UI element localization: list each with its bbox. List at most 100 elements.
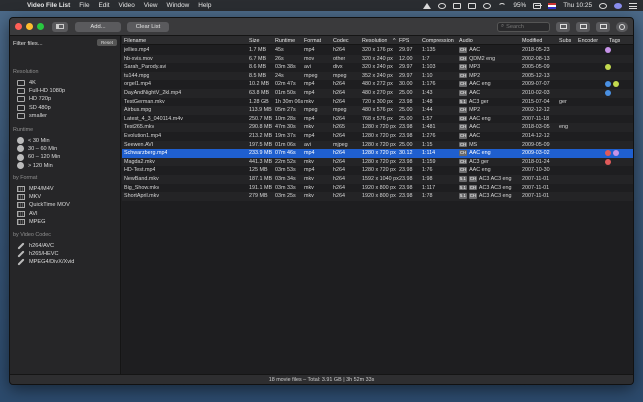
- column-header-runtime[interactable]: Runtime: [275, 38, 295, 44]
- sidebar-filter-item[interactable]: QuickTime MOV: [17, 202, 70, 209]
- menu-file[interactable]: File: [79, 2, 89, 9]
- reset-filters-button[interactable]: Reset: [97, 39, 117, 46]
- table-row[interactable]: Airbus.mpg 113.9 MB 05m 27s mpeg mpeg 480 x 5…: [122, 106, 633, 115]
- cell-fps: 29.97: [399, 47, 413, 53]
- cell-format: mkv: [304, 176, 314, 182]
- app-menu[interactable]: Video File List: [27, 2, 70, 9]
- column-header-resolution[interactable]: Resolution: [362, 38, 387, 44]
- column-header-subs[interactable]: Subs: [559, 38, 571, 44]
- column-header-codec[interactable]: Codec: [333, 38, 349, 44]
- column-header-format[interactable]: Format: [304, 38, 321, 44]
- cell-runtime: 03m 34s: [275, 176, 296, 182]
- audio-text: MS: [469, 141, 478, 148]
- column-header-fps[interactable]: FPS: [399, 38, 409, 44]
- sidebar-filter-item[interactable]: < 30 Min: [17, 137, 50, 144]
- cell-filename: jellies.mp4: [124, 47, 150, 53]
- column-header-tags[interactable]: Tags: [609, 38, 620, 44]
- sidebar-filter-item[interactable]: HD 720p: [17, 96, 51, 103]
- sidebar-filter-item[interactable]: smaller: [17, 113, 47, 120]
- sidebar-filter-item[interactable]: 60 – 120 Min: [17, 153, 60, 161]
- table-row[interactable]: orgel1.mp4 10.2 MB 02m 47s mp4 h264 480 x 272…: [122, 80, 633, 89]
- menu-edit[interactable]: Edit: [99, 2, 110, 9]
- cell-modified: 2009-03-02: [522, 150, 550, 157]
- column-header-modified[interactable]: Modified: [522, 38, 542, 44]
- sidebar-filter-item[interactable]: h265/HEVC: [17, 250, 59, 258]
- sidebar-filter-item[interactable]: MKV: [17, 193, 41, 200]
- airplay-icon[interactable]: [468, 2, 477, 9]
- search-field[interactable]: ⌕: [497, 21, 550, 32]
- delete-button[interactable]: [596, 21, 610, 32]
- table-row[interactable]: Big_Show.mkv 191.1 MB 03m 33s mkv h264 1920 x…: [122, 184, 633, 193]
- column-view-button[interactable]: [556, 21, 570, 32]
- table-row[interactable]: Sarah_Parody.avi 8.6 MB 03m 38s avi divx 320 …: [122, 63, 633, 72]
- table-row[interactable]: hb-xvis.mov 6.7 MB 26s mov other 320 x 240 px…: [122, 54, 633, 64]
- table-row[interactable]: TestGerman.mkv 1.28 GB 1h 30m 06s mkv h264 72…: [122, 98, 633, 107]
- cell-codec: h264: [333, 47, 345, 53]
- table-row[interactable]: tu144.mpg 8.5 MB 24s mpeg mpeg 352 x 240 px 29…: [122, 71, 633, 81]
- wifi-icon[interactable]: [498, 2, 507, 9]
- add-button[interactable]: Add...: [75, 21, 121, 32]
- cell-compression: 1:43: [422, 90, 433, 96]
- clear-list-button[interactable]: Clear List: [127, 21, 169, 32]
- audio-channel-badge: CH: [459, 124, 468, 130]
- sidebar-filter-item[interactable]: 4K: [17, 79, 36, 86]
- table-row[interactable]: Seewen.AVI 197.5 MB 01m 06s avi mjpeg 1280 x …: [122, 140, 633, 150]
- input-source-icon[interactable]: [548, 2, 557, 9]
- column-header-size[interactable]: Size: [249, 38, 260, 44]
- battery-icon[interactable]: [533, 2, 543, 9]
- sidebar-filter-item[interactable]: 30 – 60 Min: [17, 145, 57, 153]
- sidebar-filter-item[interactable]: h264/AVC: [17, 241, 54, 250]
- sort-ascending-icon: ^: [393, 38, 396, 44]
- minimize-window-button[interactable]: [26, 23, 33, 30]
- sidebar-filter-item[interactable]: MP4/M4V: [17, 185, 54, 192]
- sync-icon[interactable]: [438, 2, 447, 9]
- battery-percent[interactable]: 95%: [513, 2, 526, 9]
- audio-text: AAC: [469, 47, 481, 54]
- cell-resolution: 1920 x 800 px: [362, 193, 396, 200]
- cell-codec: other: [333, 55, 346, 62]
- search-input[interactable]: [506, 23, 547, 30]
- time-machine-icon[interactable]: [483, 2, 492, 9]
- audio-text: AC3 AC3 eng: [478, 193, 512, 200]
- menu-video[interactable]: Video: [119, 2, 135, 9]
- column-header-encoder[interactable]: Encoder: [578, 38, 598, 44]
- sidebar-icon: [56, 24, 64, 29]
- table-row[interactable]: Test265.mkv 290.8 MB 47m 30s mkv h265 1280 x …: [122, 123, 633, 132]
- app-status-icon[interactable]: [453, 2, 462, 9]
- table-row[interactable]: Magda2.mkv 441.3 MB 22m 52s mkv h264 1280 x 7…: [122, 157, 633, 167]
- menu-clock[interactable]: Thu 10:25: [563, 2, 592, 9]
- sidebar-filter-item[interactable]: MPEG4/DivX/Xvid: [17, 258, 74, 266]
- table-row[interactable]: ShortApril.mkv 279 MB 03m 25s mkv h264 1920 x…: [122, 192, 633, 201]
- table-row[interactable]: HD-Test.mp4 125 MB 03m 53s mp4 h264 1280 x 72…: [122, 166, 633, 175]
- share-button[interactable]: [616, 21, 628, 32]
- notification-center-icon[interactable]: [629, 2, 637, 9]
- siri-icon[interactable]: [614, 2, 622, 9]
- cell-filename: HD-Test.mp4: [124, 167, 156, 174]
- table-row[interactable]: DayAndNightV_2kl.mp4 63.8 MB 01m 50s mp4 h26…: [122, 89, 633, 98]
- close-window-button[interactable]: [15, 23, 22, 30]
- zoom-window-button[interactable]: [37, 23, 44, 30]
- column-header-filename[interactable]: Filename: [124, 38, 146, 44]
- spotlight-icon[interactable]: [599, 2, 607, 9]
- column-header-audio[interactable]: Audio: [459, 38, 473, 44]
- sidebar-filter-item[interactable]: Full-HD 1080p: [17, 87, 65, 94]
- table-row[interactable]: Evolution1.mp4 213.2 MB 19m 37s mp4 h264 1280…: [122, 132, 633, 141]
- table-row[interactable]: Latest_4_3_040114.m4v 250.7 MB 10m 28s mp4 h…: [122, 115, 633, 124]
- table-row[interactable]: jellies.mp4 1.7 MB 45s mp4 h264 320 x 176 px 2…: [122, 46, 633, 55]
- preview-button[interactable]: [576, 21, 590, 32]
- cell-resolution: 1280 x 720 px: [362, 158, 396, 165]
- cell-resolution: 1920 x 800 px: [362, 184, 396, 191]
- table-row[interactable]: NewBand.mkv 187.1 MB 03m 34s mkv h264 1592 x …: [122, 175, 633, 184]
- sidebar-filter-item[interactable]: > 120 Min: [17, 162, 53, 170]
- sidebar-filter-item[interactable]: AVI: [17, 210, 38, 217]
- sidebar-filter-item[interactable]: MPEG: [17, 219, 45, 226]
- toggle-sidebar-button[interactable]: [52, 21, 68, 32]
- dropbox-icon[interactable]: [423, 2, 432, 9]
- column-header-compression[interactable]: Compression: [422, 38, 454, 44]
- sidebar-filter-item[interactable]: SD 480p: [17, 104, 51, 111]
- menu-help[interactable]: Help: [198, 2, 211, 9]
- cell-size: 233.9 MB: [249, 150, 273, 157]
- menu-window[interactable]: Window: [167, 2, 190, 9]
- menu-view[interactable]: View: [144, 2, 158, 9]
- table-row[interactable]: Schwarzberg.mp4 233.9 MB 07m 46s mp4 h264 128…: [122, 149, 633, 158]
